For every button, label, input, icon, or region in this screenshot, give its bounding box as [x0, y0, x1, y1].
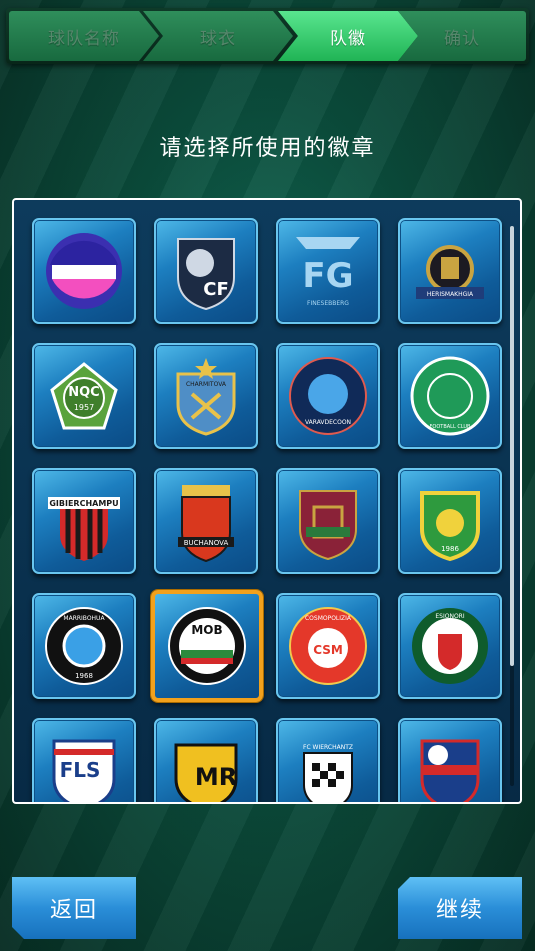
badge-tile[interactable]: MARRIBOHUA 1968 — [32, 593, 136, 699]
step-team-name: 球队名称 — [9, 11, 159, 61]
badge-tile[interactable]: CF — [154, 218, 258, 324]
svg-text:GIBIERCHAMPU: GIBIERCHAMPU — [49, 499, 118, 508]
badge-tile[interactable]: MR — [154, 718, 258, 802]
badge-tile[interactable]: HERISMAKHGIA — [398, 218, 502, 324]
svg-text:MARRIBOHUA: MARRIBOHUA — [63, 615, 105, 622]
badge-panel[interactable]: CF FG FINESEBBERG HERISMAKHGIA NQC 1957 … — [12, 198, 522, 804]
svg-text:1957: 1957 — [74, 403, 94, 412]
svg-text:CHARMITOVA: CHARMITOVA — [186, 381, 227, 388]
cosmopolizia-badge: CSM COSMOPOLIZIA — [289, 607, 367, 685]
dragon-shield-badge — [420, 739, 480, 802]
svg-text:FC WIERCHANTZ: FC WIERCHANTZ — [303, 744, 353, 751]
svg-text:ESIONORI: ESIONORI — [435, 613, 464, 620]
mob-badge: MOB — [168, 607, 246, 685]
svg-text:VARAVDECOON: VARAVDECOON — [305, 419, 351, 426]
badge-grid: CF FG FINESEBBERG HERISMAKHGIA NQC 1957 … — [14, 200, 520, 802]
monogram-badge — [299, 490, 357, 561]
badge-tile[interactable] — [398, 718, 502, 802]
esionori-badge: ESIONORI — [412, 608, 488, 684]
scrollbar-thumb[interactable] — [510, 226, 514, 666]
svg-text:CF: CF — [203, 279, 229, 300]
nqc-badge: NQC 1957 — [50, 362, 118, 430]
badge-tile[interactable]: BUCHANOVA — [154, 468, 258, 574]
page-title: 请选择所使用的徽章 — [159, 136, 376, 161]
globe-badge: VARAVDECOON — [289, 357, 367, 435]
badge-tile[interactable]: FG FINESEBBERG — [276, 218, 380, 324]
svg-text:1968: 1968 — [75, 672, 93, 680]
badge-tile[interactable]: FLS — [32, 718, 136, 802]
badge-tile-selected[interactable]: MOB — [151, 590, 263, 702]
badge-tile[interactable]: NQC 1957 — [32, 343, 136, 449]
svg-text:MOB: MOB — [191, 623, 222, 637]
svg-text:COSMOPOLIZIA: COSMOPOLIZIA — [305, 615, 352, 622]
step-bar: 球队名称 球衣 队徽 确认 — [6, 8, 529, 64]
step-jersey: 球衣 — [143, 11, 293, 61]
back-button[interactable]: 返回 — [12, 877, 136, 939]
badge-tile[interactable]: 1986 — [398, 468, 502, 574]
fls-badge: FLS — [52, 739, 116, 802]
svg-text:HERISMAKHGIA: HERISMAKHGIA — [427, 291, 474, 298]
badge-tile[interactable]: FOOTBALL CLUB — [398, 343, 502, 449]
svg-text:FLS: FLS — [60, 758, 101, 782]
svg-text:FINESEBBERG: FINESEBBERG — [307, 300, 349, 307]
badge-tile[interactable]: CHARMITOVA — [154, 343, 258, 449]
svg-text:MR: MR — [195, 763, 237, 791]
charmitova-shield-badge: CHARMITOVA — [176, 358, 236, 436]
snakes-crest-badge: HERISMAKHGIA — [416, 245, 484, 299]
svg-text:1986: 1986 — [441, 545, 459, 553]
castle-shield-badge: 1986 — [420, 491, 480, 562]
svg-text:CSM: CSM — [313, 643, 343, 657]
badge-tile[interactable]: VARAVDECOON — [276, 343, 380, 449]
step-badge: 队徽 — [278, 11, 418, 61]
fc-wierchantz-badge: FC WIERCHANTZ — [303, 744, 353, 802]
ring-e-badge — [46, 233, 122, 309]
badge-tile[interactable]: CSM COSMOPOLIZIA — [276, 593, 380, 699]
badge-tile[interactable]: FC WIERCHANTZ — [276, 718, 380, 802]
continue-button[interactable]: 继续 — [398, 877, 522, 939]
mr-badge: MR — [174, 743, 238, 802]
svg-text:FOOTBALL CLUB: FOOTBALL CLUB — [430, 424, 472, 430]
lion-cf-badge: CF — [177, 238, 235, 311]
svg-text:BUCHANOVA: BUCHANOVA — [184, 539, 229, 547]
gibierchampu-badge: GIBIERCHAMPU — [48, 497, 120, 561]
badge-tile[interactable] — [32, 218, 136, 324]
circle-star-badge: FOOTBALL CLUB — [410, 356, 490, 436]
badge-tile[interactable]: ESIONORI — [398, 593, 502, 699]
fg-badge: FG FINESEBBERG — [296, 237, 360, 307]
svg-text:NQC: NQC — [68, 385, 99, 400]
badge-tile[interactable]: GIBIERCHAMPU — [32, 468, 136, 574]
buchanova-badge: BUCHANOVA — [178, 485, 234, 563]
marribohua-badge: MARRIBOHUA 1968 — [45, 607, 123, 685]
svg-text:FG: FG — [302, 256, 353, 296]
badge-tile[interactable] — [276, 468, 380, 574]
